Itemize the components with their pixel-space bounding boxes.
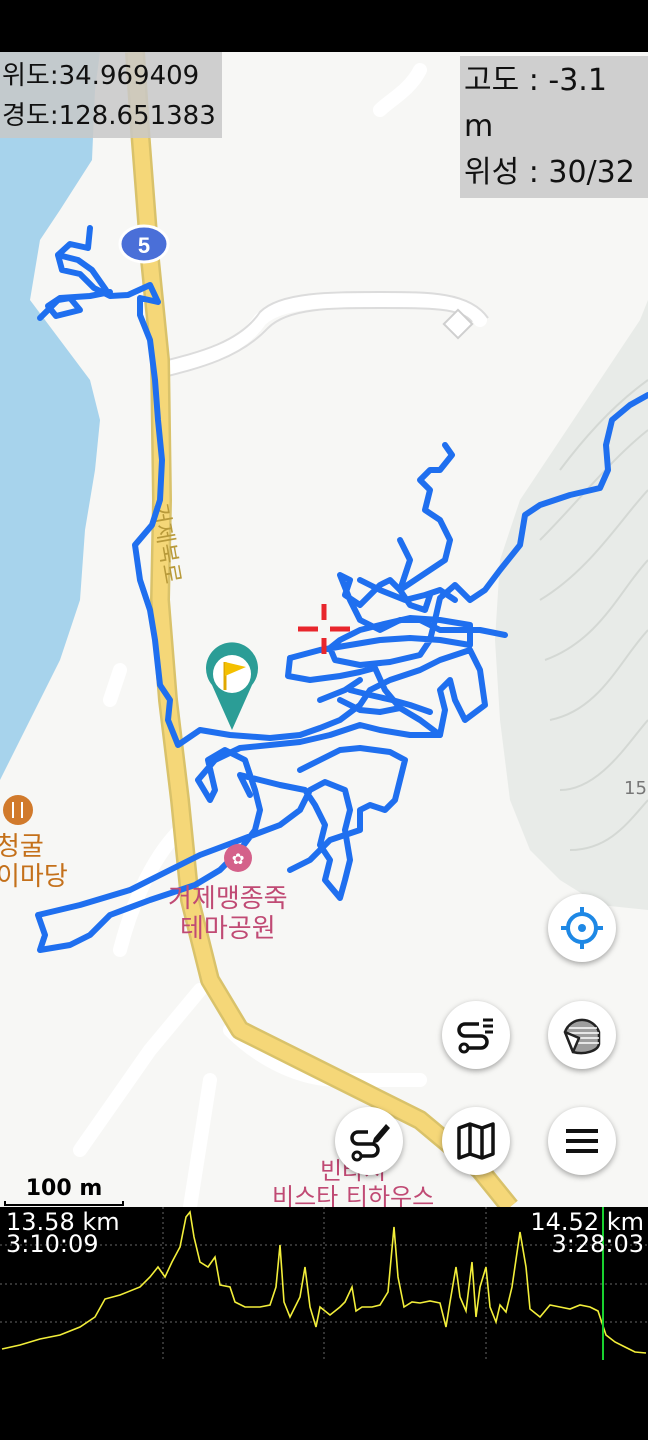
latitude-readout: 위도:34.969409	[2, 61, 200, 91]
poi-restaurant-line1: 청굴	[0, 832, 44, 862]
navigation-bar-area	[0, 1360, 648, 1440]
hill-area	[495, 300, 648, 910]
contour-label: 15	[624, 778, 647, 799]
scale-bar: 100 m	[4, 1176, 124, 1206]
poi-park-line1: 거제맹종죽	[168, 884, 288, 914]
status-bar	[0, 0, 648, 52]
road-shield-number: 5	[138, 233, 150, 258]
track-list-icon	[457, 1018, 493, 1054]
longitude-readout: 경도:128.651383	[2, 101, 216, 131]
poi-park-label[interactable]: 거제맹종죽 테마공원	[168, 884, 288, 944]
altitude-satellite-panel: 고도 : -3.1 m 위성 : 30/32	[460, 56, 648, 198]
elevation-profile[interactable]: 13.58 km 3:10:09 14.52 km 3:28:03	[0, 1207, 648, 1360]
altitude-readout: 고도 : -3.1 m	[464, 63, 607, 144]
coordinates-panel: 위도:34.969409 경도:128.651383	[0, 52, 222, 138]
satellite-readout: 위성 : 30/32	[464, 155, 635, 190]
svg-text:✿: ✿	[232, 850, 245, 868]
poi-bottom-line2: 비스타 티하우스	[272, 1183, 435, 1207]
scale-bar-line	[4, 1201, 124, 1206]
crosshair-icon	[561, 907, 603, 949]
profile-end-time: 3:28:03	[551, 1230, 644, 1258]
menu-button[interactable]	[548, 1107, 616, 1175]
water-area	[0, 52, 100, 780]
edit-route-button[interactable]	[335, 1107, 403, 1175]
flag-marker-icon	[206, 642, 259, 730]
layers-button[interactable]	[548, 1001, 616, 1069]
locate-button[interactable]	[548, 894, 616, 962]
restaurant-icon	[3, 795, 33, 825]
map-icon	[457, 1122, 495, 1160]
poi-restaurant-label[interactable]: 청굴 이마당	[0, 832, 68, 892]
track-list-button[interactable]	[442, 1001, 510, 1069]
poi-park-line2: 테마공원	[179, 914, 276, 944]
poi-restaurant-line2: 이마당	[0, 862, 68, 892]
hamburger-icon	[566, 1129, 598, 1153]
edit-route-icon	[350, 1124, 390, 1162]
profile-start-time: 3:10:09	[6, 1230, 99, 1258]
map-select-button[interactable]	[442, 1107, 510, 1175]
scale-label: 100 m	[25, 1176, 103, 1201]
layers-icon	[563, 1018, 601, 1055]
